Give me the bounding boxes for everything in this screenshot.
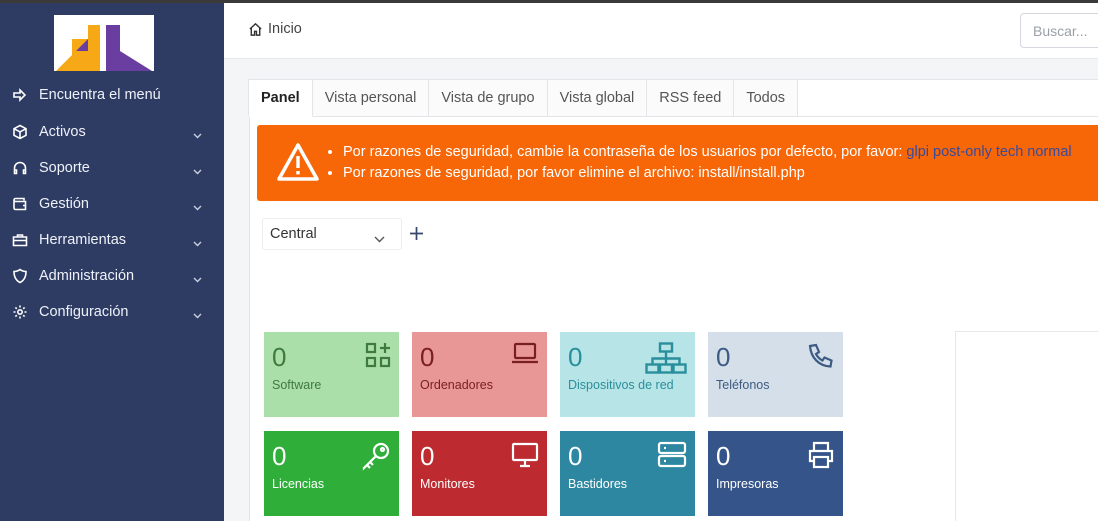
breadcrumb-home-label: Inicio	[268, 21, 302, 37]
tile-count: 0	[272, 441, 287, 471]
tile-label: Licencias	[272, 477, 325, 491]
alert-item: Por razones de seguridad, cambie la cont…	[343, 142, 1072, 163]
tile-count: 0	[568, 342, 583, 372]
key-icon	[361, 441, 391, 476]
tile-count: 0	[716, 342, 731, 372]
tab-todos[interactable]: Todos	[734, 79, 799, 117]
glpi-logo[interactable]	[54, 15, 154, 71]
tile-label: Bastidores	[568, 477, 628, 491]
tile-label: Ordenadores	[420, 378, 493, 392]
sidebar-item-configuracion[interactable]: Configuración	[0, 294, 224, 330]
sidebar-item-administracion[interactable]: Administración	[0, 258, 224, 294]
tile-ordenadores[interactable]: 0 Ordenadores	[412, 332, 547, 417]
tile-label: Dispositivos de red	[568, 378, 674, 392]
chevron-down-icon	[193, 235, 202, 251]
alert-text: Por razones de seguridad, cambie la cont…	[343, 144, 907, 160]
tab-vista-global[interactable]: Vista global	[547, 79, 648, 117]
gear-icon	[12, 304, 28, 320]
tab-vista-personal[interactable]: Vista personal	[312, 79, 430, 117]
tab-panel[interactable]: Panel	[248, 79, 313, 117]
tile-label: Teléfonos	[716, 378, 770, 392]
dashboard-select-value: Central	[270, 226, 317, 242]
sidebar-item-herramientas[interactable]: Herramientas	[0, 222, 224, 258]
laptop-icon	[511, 342, 539, 369]
phone-icon	[807, 342, 835, 375]
chevron-down-icon	[374, 231, 385, 247]
default-users-links[interactable]: glpi post-only tech normal	[906, 144, 1071, 160]
headset-icon	[12, 160, 28, 176]
tile-count: 0	[420, 342, 435, 372]
tile-impresoras[interactable]: 0 Impresoras	[708, 431, 843, 516]
tab-rss-feed[interactable]: RSS feed	[647, 79, 735, 117]
tile-software[interactable]: 0 Software	[264, 332, 399, 417]
chevron-down-icon	[193, 271, 202, 287]
tab-vista-de-grupo[interactable]: Vista de grupo	[429, 79, 548, 117]
sidebar-item-label: Administración	[39, 268, 135, 284]
chevron-down-icon	[193, 127, 202, 143]
tile-label: Monitores	[420, 477, 475, 491]
tile-telefonos[interactable]: 0 Teléfonos	[708, 332, 843, 417]
security-alert: Por razones de seguridad, cambie la cont…	[257, 125, 1098, 201]
top-header: Inicio	[224, 3, 1098, 59]
network-icon	[645, 342, 687, 379]
alert-list: Por razones de seguridad, cambie la cont…	[343, 142, 1072, 184]
printer-icon	[807, 441, 835, 474]
tile-monitores[interactable]: 0 Monitores	[412, 431, 547, 516]
briefcase-icon	[12, 232, 28, 248]
sidebar-item-label: Encuentra el menú	[39, 87, 161, 103]
top-border	[0, 0, 1098, 3]
tile-count: 0	[716, 441, 731, 471]
sidebar-item-label: Configuración	[39, 304, 129, 320]
chevron-down-icon	[193, 163, 202, 179]
dashboard-select[interactable]: Central	[262, 218, 402, 250]
plus-icon	[409, 226, 423, 240]
monitor-icon	[511, 441, 539, 474]
apps-add-icon	[365, 342, 391, 373]
sidebar-item-find-menu[interactable]: Encuentra el menú	[0, 77, 224, 113]
alert-item: Por razones de seguridad, por favor elim…	[343, 163, 1072, 184]
sidebar-item-label: Soporte	[39, 160, 90, 176]
tile-label: Software	[272, 378, 322, 392]
tile-label: Impresoras	[716, 477, 779, 491]
home-icon	[249, 22, 262, 36]
sidebar-item-gestion[interactable]: Gestión	[0, 186, 224, 222]
arrow-right-icon	[12, 87, 28, 103]
tile-count: 0	[420, 441, 435, 471]
tile-bastidores[interactable]: 0 Bastidores	[560, 431, 695, 516]
chevron-down-icon	[193, 307, 202, 323]
search-input[interactable]	[1020, 13, 1098, 48]
sidebar-item-label: Activos	[39, 124, 86, 140]
cube-icon	[12, 124, 28, 140]
tile-count: 0	[568, 441, 583, 471]
tile-count: 0	[272, 342, 287, 372]
shield-icon	[12, 268, 28, 284]
sidebar-item-label: Herramientas	[39, 232, 127, 248]
add-dashboard-button[interactable]	[406, 223, 426, 243]
sidebar-item-soporte[interactable]: Soporte	[0, 150, 224, 186]
dashboard-tabs: Panel Vista personal Vista de grupo Vist…	[248, 79, 799, 117]
sidebar-item-activos[interactable]: Activos	[0, 114, 224, 150]
warning-icon	[277, 143, 319, 185]
server-icon	[657, 441, 687, 474]
chevron-down-icon	[193, 199, 202, 215]
tile-licencias[interactable]: 0 Licencias	[264, 431, 399, 516]
breadcrumb[interactable]: Inicio	[248, 21, 302, 37]
sidebar-item-label: Gestión	[39, 196, 89, 212]
tile-dispositivos-red[interactable]: 0 Dispositivos de red	[560, 332, 695, 417]
wallet-icon	[12, 196, 28, 212]
empty-widget-panel	[955, 331, 1098, 521]
sidebar: Encuentra el menú Activos Soporte Gestió…	[0, 3, 224, 521]
